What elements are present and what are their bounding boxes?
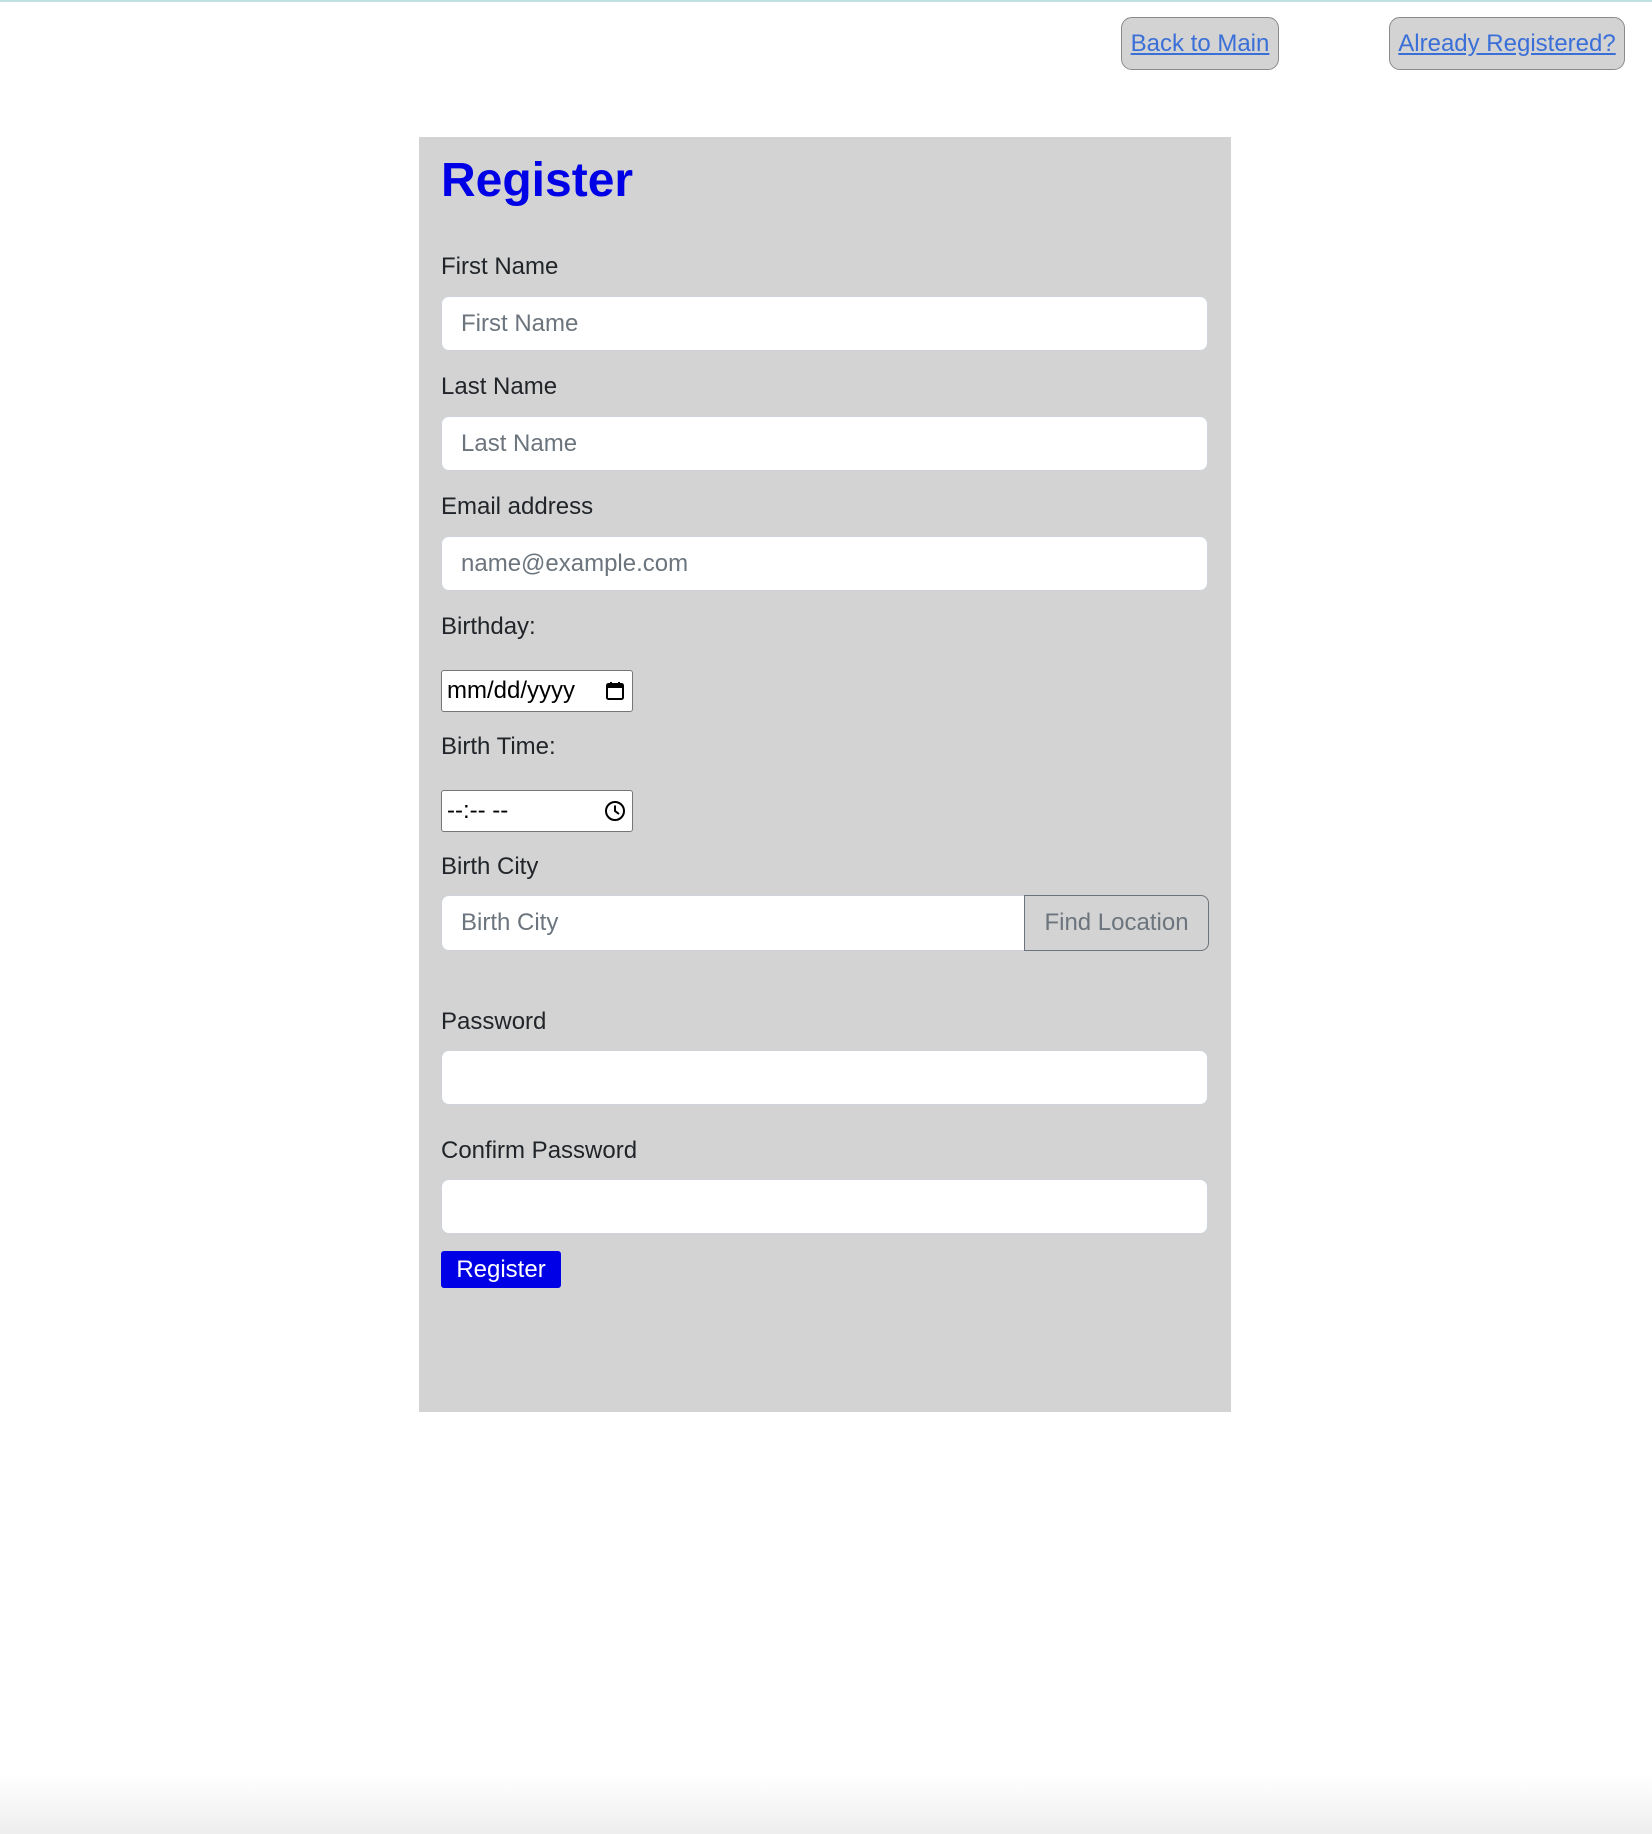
password-field[interactable] — [441, 1050, 1208, 1105]
find-location-button[interactable]: Find Location — [1024, 895, 1209, 951]
last-name-field[interactable] — [441, 416, 1208, 471]
confirm-password-field[interactable] — [441, 1179, 1208, 1234]
register-form: Register First Name Last Name Email addr… — [419, 137, 1231, 1412]
birthday-label: Birthday: — [441, 613, 536, 640]
back-to-main-link[interactable]: Back to Main — [1121, 17, 1279, 70]
clock-icon[interactable] — [603, 799, 627, 823]
birth-city-field[interactable] — [441, 895, 1025, 951]
confirm-password-label: Confirm Password — [441, 1137, 638, 1164]
birth-time-input[interactable]: --:-- -- — [441, 790, 633, 832]
calendar-icon[interactable] — [603, 679, 627, 703]
email-field[interactable] — [441, 536, 1208, 591]
first-name-label: First Name — [441, 253, 559, 280]
password-label: Password — [441, 1008, 547, 1035]
already-registered-link[interactable]: Already Registered? — [1389, 17, 1625, 70]
first-name-field[interactable] — [441, 296, 1208, 351]
birthday-value: mm/dd/yyyy — [447, 677, 576, 704]
birth-city-label: Birth City — [441, 853, 539, 880]
last-name-label: Last Name — [441, 373, 558, 400]
top-border — [0, 0, 1652, 2]
birth-time-label: Birth Time: — [441, 733, 556, 760]
birth-time-value: --:-- -- — [447, 797, 509, 824]
bottom-shade — [0, 1774, 1652, 1834]
page-title: Register — [441, 154, 634, 207]
email-label: Email address — [441, 493, 594, 520]
register-button[interactable]: Register — [441, 1251, 561, 1288]
birthday-date-input[interactable]: mm/dd/yyyy — [441, 670, 633, 712]
